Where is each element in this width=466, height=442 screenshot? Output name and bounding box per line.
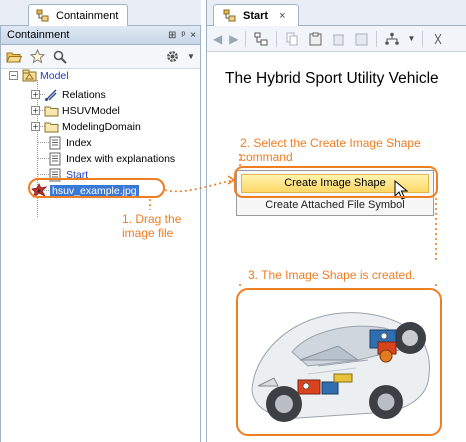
annotation-step-1: 1. Drag the image file [122,212,182,240]
containment-header: Containment ⊞ ᵖ × [1,26,200,45]
tab-containment-label: Containment [56,9,119,22]
diagram-tab-icon [222,8,238,24]
gear-icon[interactable] [164,49,180,65]
more-tools-icon[interactable] [430,31,446,47]
diagram-toolbar: ◀ ▶ ▼ [206,26,466,52]
back-arrow-icon[interactable]: ◀ [213,32,222,46]
document-icon [47,135,63,151]
expand-toggle-icon[interactable]: + [31,90,40,99]
close-icon[interactable]: × [279,10,285,22]
search-icon[interactable] [52,49,68,65]
folder-icon [43,103,59,119]
toolbar-separator [276,30,278,47]
containment-header-title: Containment [7,29,70,41]
chevron-down-icon[interactable]: ▼ [407,34,415,43]
right-tab-bar: Start × [206,0,466,26]
paste-icon[interactable] [307,31,323,47]
tree-item-hsuvmodel[interactable]: + HSUVModel [31,103,120,118]
open-folder-icon[interactable] [6,49,22,65]
tree-item-relations[interactable]: + Relations [31,87,106,102]
relations-icon [43,87,59,103]
tree-label-modelingdomain: ModelingDomain [62,120,141,133]
collapse-toggle-icon[interactable]: − [9,71,18,80]
clipboard-icon[interactable] [353,31,369,47]
document-icon [47,151,63,167]
image-shape[interactable] [236,288,442,436]
layout-icon[interactable] [384,31,400,47]
containment-toolbar: ▼ [1,45,200,69]
folder-icon [43,119,59,135]
pin-icon[interactable]: ᵖ [181,30,185,41]
tree-label-index-with-explanations: Index with explanations [66,152,176,165]
tree-item-modelingdomain[interactable]: + ModelingDomain [31,119,141,134]
tree-label-model: Model [40,69,69,82]
highlight-image-file [28,178,165,198]
menu-item-create-attached-file-symbol[interactable]: Create Attached File Symbol [241,196,429,214]
annotation-step-3: 3. The Image Shape is created. [248,268,416,282]
diagram-title: The Hybrid Sport Utility Vehicle [225,70,439,87]
tab-start-label: Start [243,9,269,22]
annotation-step-2: 2. Select the Create Image Shape command [240,136,421,164]
toolbar-separator [245,30,247,47]
chevron-down-icon[interactable]: ▼ [187,49,195,65]
toolbar-separator [422,30,424,47]
containment-tree-icon[interactable] [253,31,269,47]
tab-start[interactable]: Start × [213,4,299,26]
toolbar-separator [376,30,378,47]
left-tab-bar: Containment [0,0,201,26]
expand-toggle-icon[interactable]: + [31,122,40,131]
expand-toggle-icon[interactable]: + [31,106,40,115]
tree-item-index[interactable]: Index [47,135,92,150]
delete-icon[interactable] [330,31,346,47]
tree-item-index-with-explanations[interactable]: Index with explanations [47,151,175,166]
star-icon[interactable] [29,49,45,65]
model-package-icon [21,68,37,84]
containment-tab-icon [35,8,51,24]
tree-label-hsuvmodel: HSUVModel [62,104,120,117]
tab-containment[interactable]: Containment [28,4,128,26]
forward-arrow-icon[interactable]: ▶ [229,32,238,46]
float-panel-icon[interactable]: ⊞ [168,30,176,41]
hybrid-suv-image [251,312,430,422]
panel-header-controls: ⊞ ᵖ × [168,30,196,41]
tree-label-relations: Relations [62,88,106,101]
tree-label-index: Index [66,136,92,149]
copy-icon[interactable] [284,31,300,47]
tree-root-model[interactable]: − Model [9,68,69,83]
close-panel-icon[interactable]: × [190,30,196,41]
highlight-create-image-shape [234,166,438,198]
